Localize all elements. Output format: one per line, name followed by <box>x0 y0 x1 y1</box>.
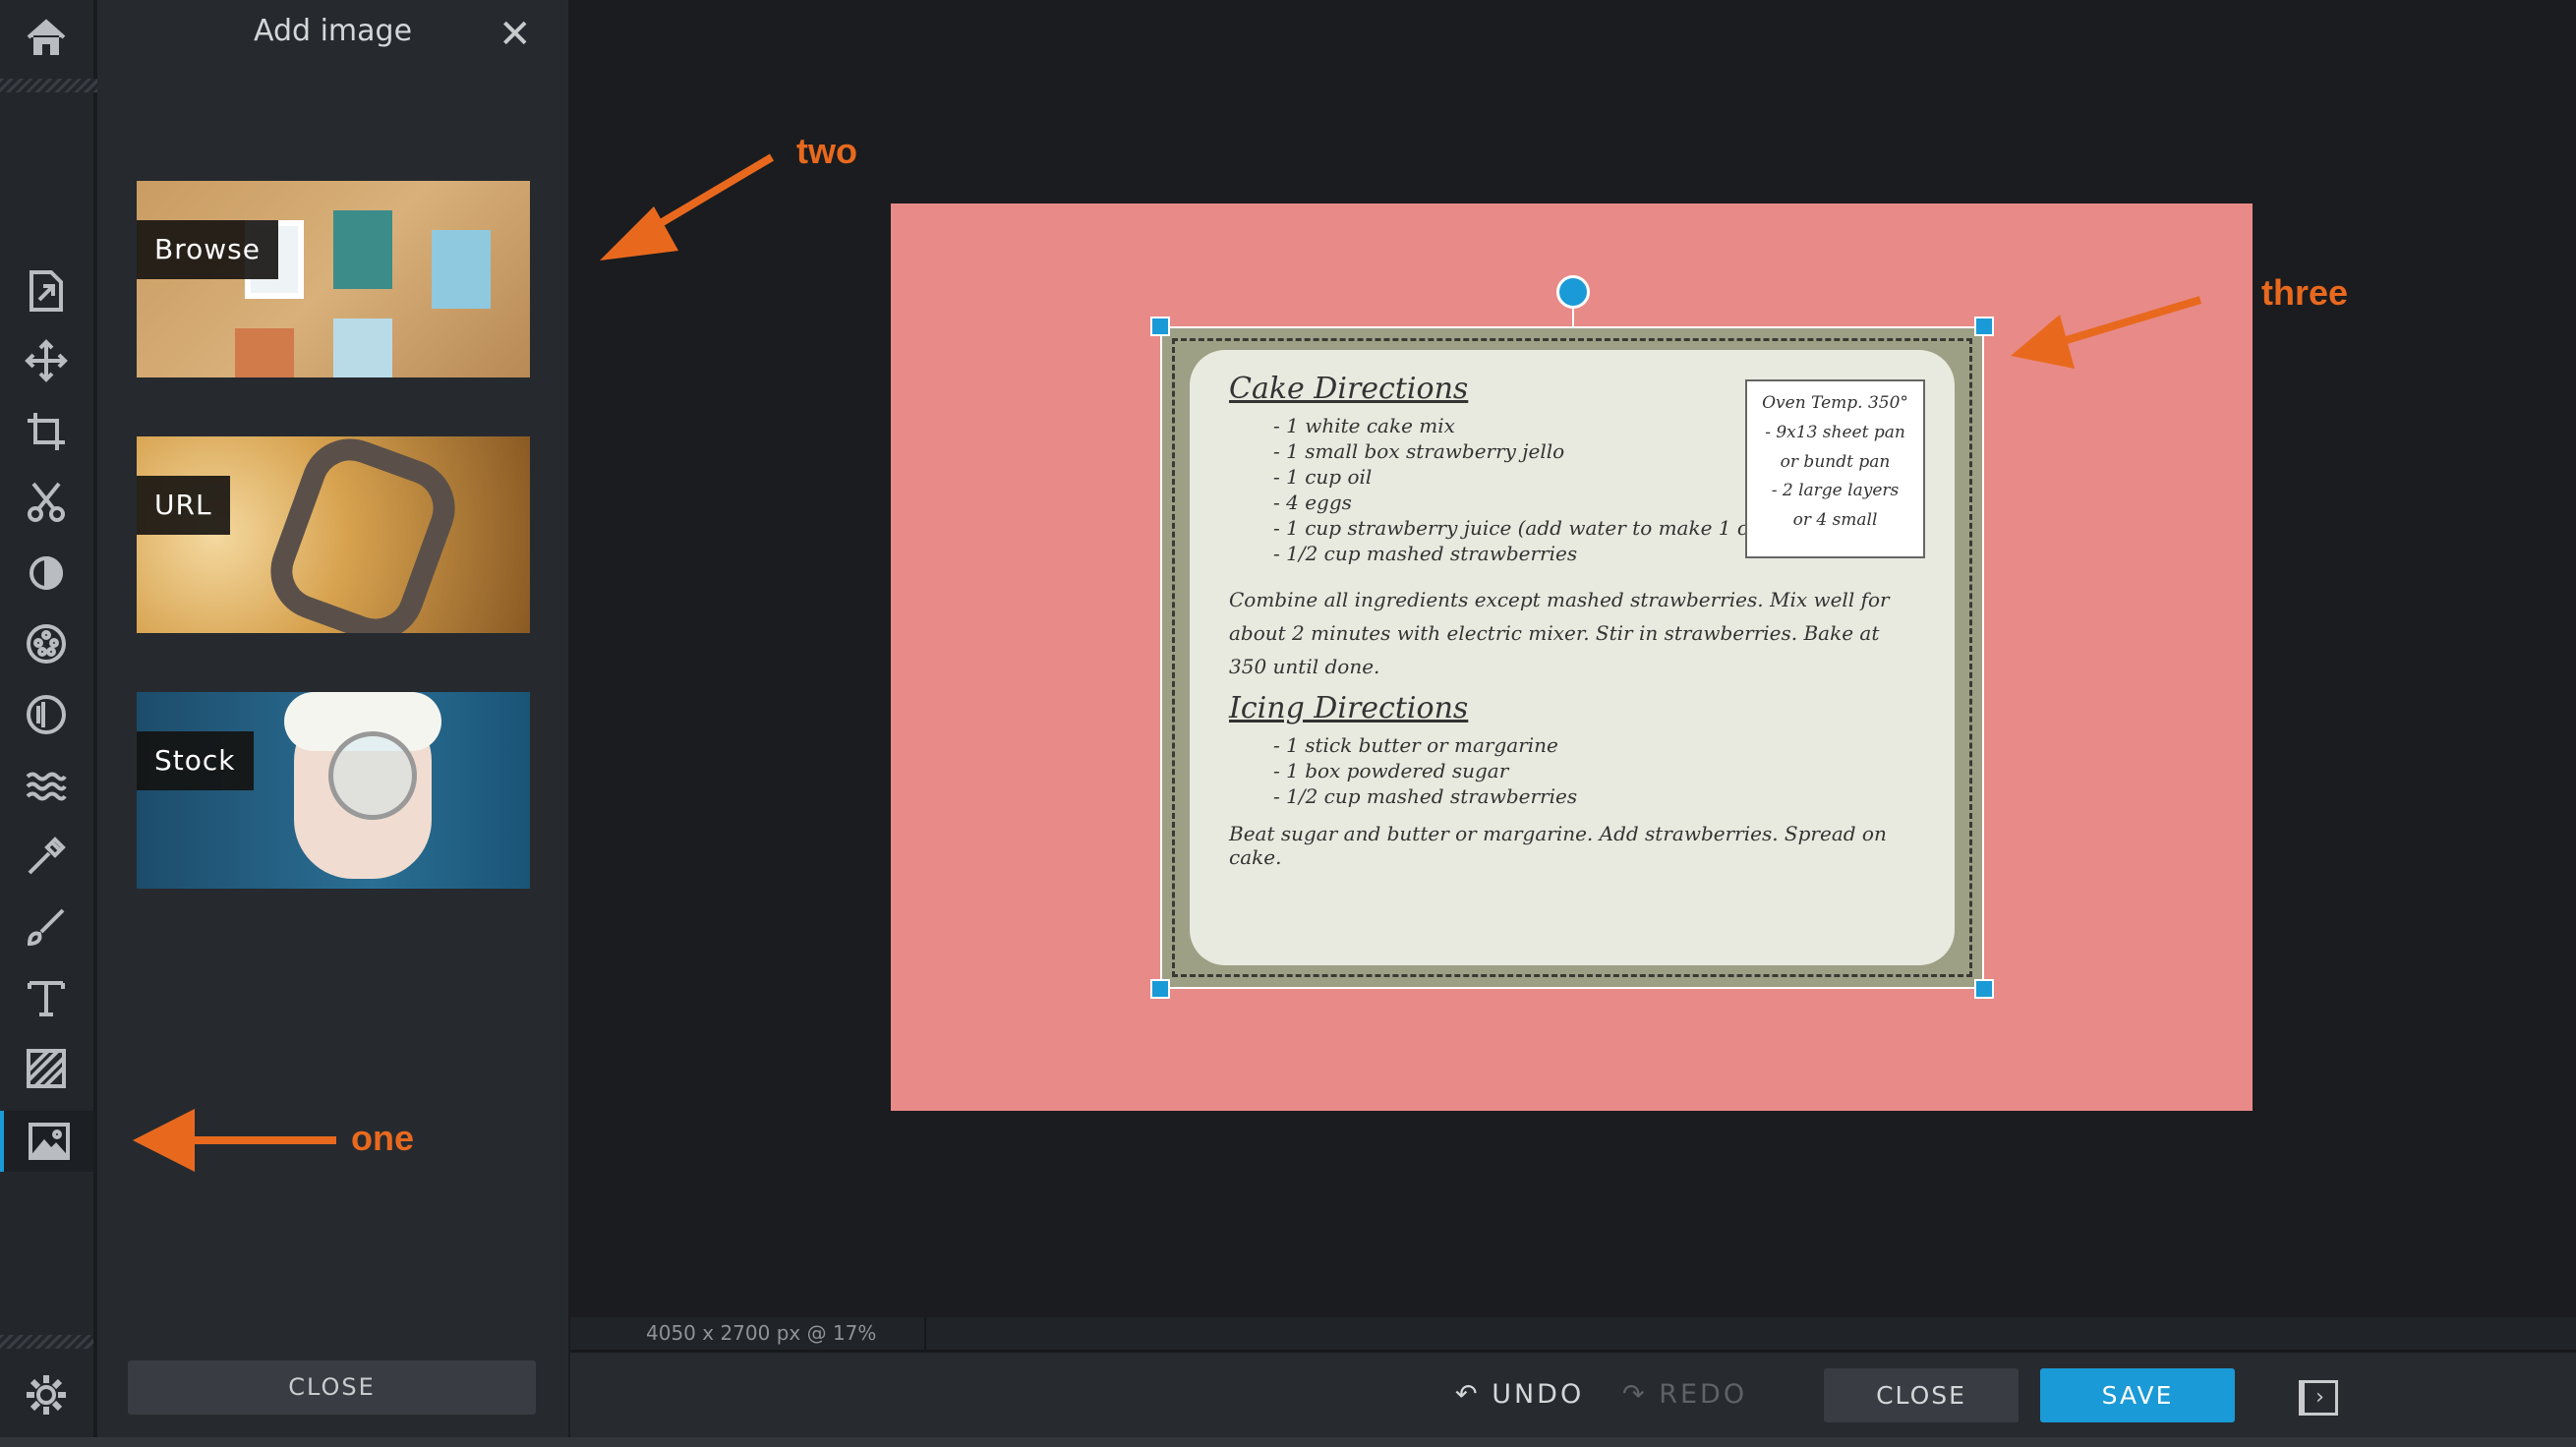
redo-button[interactable]: ↷ REDO <box>1622 1379 1747 1410</box>
save-button[interactable]: SAVE <box>2040 1368 2235 1422</box>
close-button[interactable]: CLOSE <box>1824 1368 2019 1422</box>
redo-label: REDO <box>1659 1379 1748 1410</box>
footer-strip <box>0 1437 2576 1447</box>
toggle-panel-icon[interactable]: › <box>2299 1380 2338 1416</box>
undo-label: UNDO <box>1492 1379 1585 1410</box>
bottom-toolbar: ↶ UNDO ↷ REDO CLOSE SAVE › <box>570 1350 2576 1437</box>
arrow-three <box>2058 296 2202 346</box>
image-size-zoom: 4050 x 2700 px @ 17% <box>646 1321 877 1345</box>
annotation-two: two <box>796 131 857 171</box>
divider <box>924 1317 926 1350</box>
annotation-one: one <box>351 1118 415 1158</box>
annotation-three: three <box>2261 272 2349 313</box>
undo-button[interactable]: ↶ UNDO <box>1455 1379 1584 1410</box>
status-bar: 4050 x 2700 px @ 17% <box>570 1317 2576 1350</box>
redo-icon: ↷ <box>1622 1379 1660 1410</box>
annotation-arrows <box>133 153 2202 1172</box>
undo-icon: ↶ <box>1455 1379 1493 1410</box>
